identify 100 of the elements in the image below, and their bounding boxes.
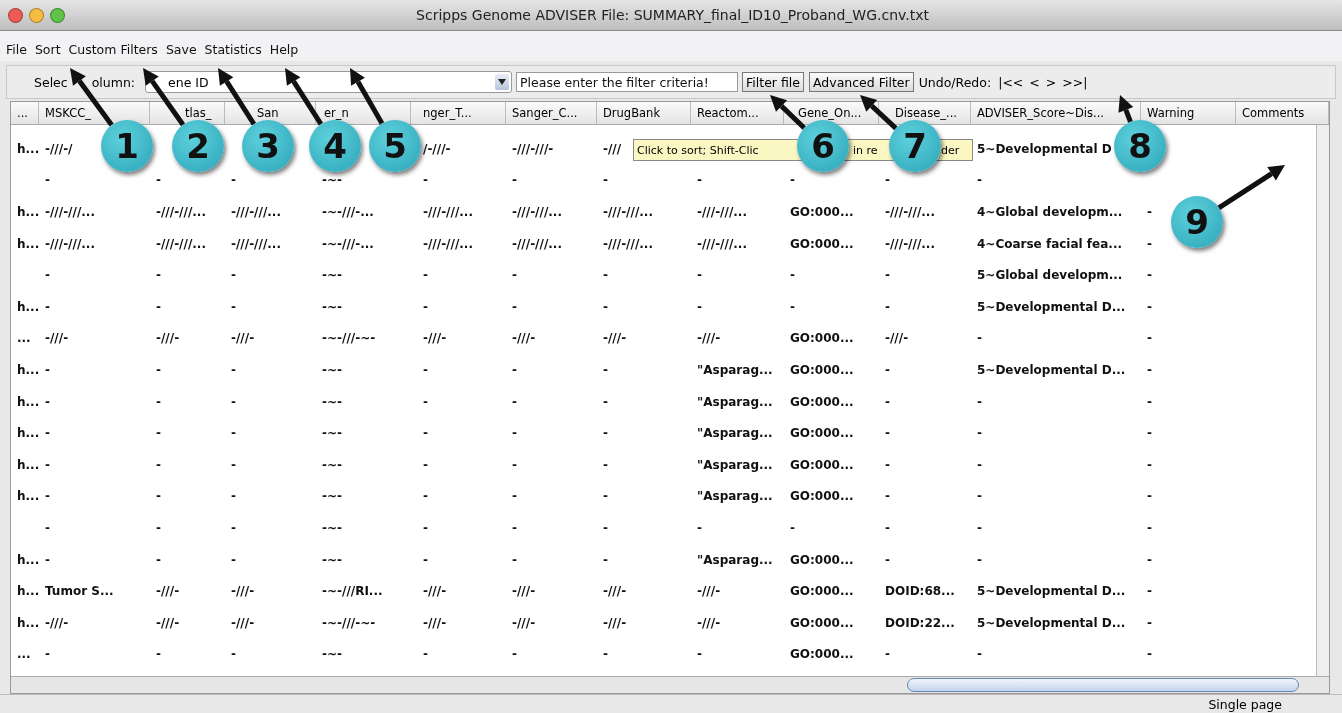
zoom-icon[interactable] <box>50 7 65 23</box>
table-cell: - <box>603 268 608 283</box>
table-cell: /-///- <box>423 141 451 156</box>
table-cell: -///-///... <box>697 205 747 219</box>
column-header[interactable]: nger_T... <box>423 106 472 120</box>
vertical-scrollbar[interactable] <box>1316 125 1329 676</box>
column-header[interactable]: Comments <box>1242 106 1305 120</box>
table-cell: -///- <box>512 615 536 630</box>
horizontal-scrollbar[interactable] <box>11 676 1329 693</box>
column-dropdown[interactable]: ene ID <box>145 71 513 93</box>
scroll-thumb[interactable] <box>907 678 1299 692</box>
table-cell: - <box>1147 552 1152 567</box>
table-cell: - <box>885 268 890 283</box>
history-button[interactable]: < <box>1026 74 1043 90</box>
column-header[interactable]: Disease_... <box>895 106 957 120</box>
column-header[interactable]: Reactom... <box>697 106 759 120</box>
table-cell: - <box>156 173 161 188</box>
table-cell: -~- <box>322 552 342 567</box>
table-cell: - <box>977 457 982 472</box>
table-cell: - <box>603 299 608 314</box>
table-cell: -///- <box>512 584 536 599</box>
table-cell: -///-///... <box>45 236 95 251</box>
table-cell: - <box>790 520 795 535</box>
column-header[interactable]: ADVISER_Score~Dis... <box>977 106 1104 120</box>
table-cell: -///- <box>423 615 447 630</box>
history-button[interactable]: |<< <box>995 74 1027 90</box>
table-cell: - <box>1147 426 1152 441</box>
minimize-icon[interactable] <box>29 7 44 23</box>
column-header[interactable]: er_n <box>324 106 349 120</box>
table-cell: -///-///... <box>697 236 747 251</box>
column-header[interactable]: tlas_ <box>185 106 212 120</box>
table-cell: - <box>603 520 608 535</box>
column-header[interactable]: Warning <box>1147 106 1195 120</box>
table-cell: h... <box>17 394 40 409</box>
history-button[interactable]: > <box>1042 74 1060 90</box>
menu-item[interactable]: Sort <box>34 41 61 57</box>
table-cell: -///- <box>512 331 536 346</box>
table-cell: -~-///RI... <box>322 584 383 599</box>
filter-field[interactable]: Please enter the filter criteria! <box>516 72 739 92</box>
table-cell: -///- <box>45 615 69 630</box>
menu-item[interactable]: Custom Filters <box>68 41 158 57</box>
table-cell: -~-///-... <box>322 236 374 251</box>
table-cell: - <box>512 173 517 188</box>
menu-item[interactable]: Statistics <box>204 41 262 57</box>
table-cell: -///- <box>231 615 255 630</box>
column-header[interactable]: Sanger_C... <box>512 106 578 120</box>
table-cell: - <box>231 647 236 662</box>
menu-item[interactable]: Help <box>269 41 299 57</box>
table-cell: - <box>790 173 795 188</box>
callout-arrow <box>1118 95 1134 123</box>
table-cell: - <box>1147 520 1152 535</box>
table-cell: 4~Global developm... <box>977 205 1123 219</box>
table-cell: -///-///... <box>603 236 653 251</box>
table-cell: - <box>977 647 982 662</box>
table-cell: - <box>156 457 161 472</box>
column-header[interactable]: San <box>257 106 279 120</box>
table-cell: - <box>885 552 890 567</box>
table-cell: - <box>156 647 161 662</box>
table-cell: - <box>885 426 890 441</box>
column-header[interactable]: Gene_On... <box>798 106 862 120</box>
column-header[interactable]: MSKCC_ <box>45 106 91 120</box>
table-cell: -///-///... <box>512 236 562 251</box>
table-cell: - <box>1147 299 1152 314</box>
table-cell: -~-///-~- <box>322 331 376 346</box>
table-cell: - <box>512 552 517 567</box>
table-cell: -~- <box>322 362 342 377</box>
filter-button[interactable]: Filter file <box>742 72 804 92</box>
table-cell: - <box>156 394 161 409</box>
table-cell: -///- <box>45 331 69 346</box>
menu-item[interactable]: File <box>6 41 27 57</box>
column-header[interactable]: ... <box>17 106 28 120</box>
table-cell: -~- <box>322 520 342 535</box>
column-header[interactable]: DrugBank <box>603 106 661 120</box>
table-cell: - <box>603 457 608 472</box>
table-cell: -///- <box>156 615 180 630</box>
table-cell: - <box>231 489 236 504</box>
table-cell: - <box>512 268 517 283</box>
table-cell: - <box>423 489 428 504</box>
table-cell: - <box>885 173 890 188</box>
table-cell: h... <box>17 426 40 441</box>
table-cell: -///-///... <box>423 236 473 251</box>
menu-item[interactable]: Save <box>165 41 197 57</box>
table-cell: -///-///... <box>423 205 473 219</box>
table-cell: h... <box>17 615 40 630</box>
table-cell: -///- <box>603 615 627 630</box>
table-cell: 4~Coarse facial fea... <box>977 236 1122 251</box>
table-cell: "Asparag... <box>697 394 773 409</box>
table-cell: -///-///- <box>512 141 554 156</box>
table-cell: -~- <box>322 394 342 409</box>
table-cell: - <box>45 394 50 409</box>
table-cell: GO:000... <box>790 205 854 219</box>
filter-button[interactable]: Advanced Filter <box>809 72 914 92</box>
table-cell: - <box>156 520 161 535</box>
close-icon[interactable] <box>8 7 23 23</box>
table-cell: 5~Global developm... <box>977 268 1123 283</box>
table-cell: - <box>1147 362 1152 377</box>
field-label: olumn: <box>91 74 136 90</box>
table-cell: -~- <box>322 173 342 188</box>
history-button[interactable]: >>| <box>1059 74 1091 90</box>
table-cell: -~- <box>322 647 342 662</box>
